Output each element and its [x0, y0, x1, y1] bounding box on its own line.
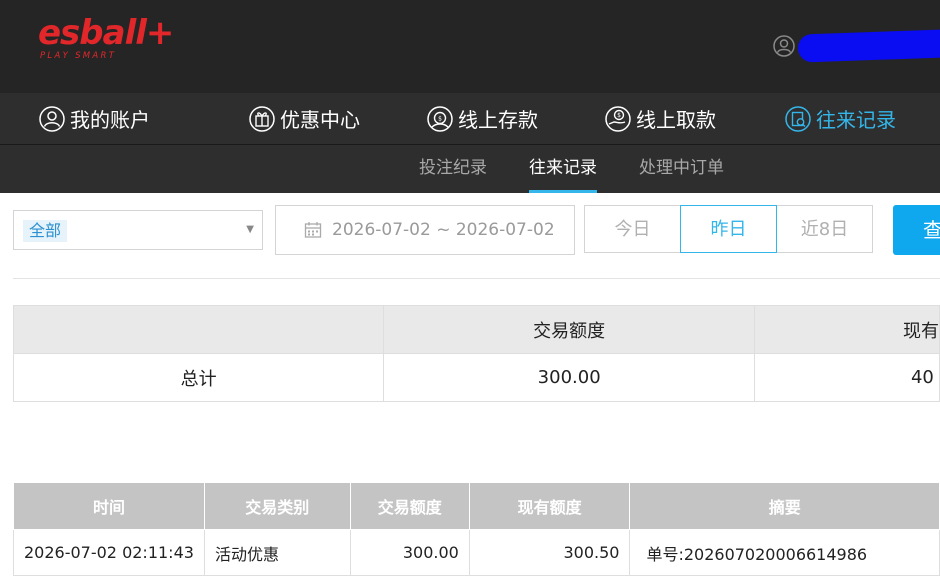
records-header-row: 时间 交易类别 交易额度 现有额度 摘要 [13, 482, 940, 530]
cell-summary: 单号:202607020006614986 [629, 529, 940, 576]
summary-header-balance: 现有 [753, 305, 940, 354]
yesterday-button[interactable]: 昨日 [680, 205, 777, 253]
main-nav: 我的账户 优惠中心 $ 线上存款 $ 线上取款 往来记录 [0, 93, 940, 145]
col-header-summary: 摘要 [629, 482, 940, 530]
redacted-username [797, 29, 940, 63]
calendar-icon [304, 222, 322, 238]
today-button[interactable]: 今日 [584, 205, 681, 253]
type-select-value: 全部 [23, 220, 68, 242]
table-row: 2026-07-02 02:11:43 活动优惠 300.00 300.50 单… [13, 529, 940, 576]
search-button-label: 查 [923, 218, 940, 242]
records-table: 时间 交易类别 交易额度 现有额度 摘要 2026-07-02 02:11:43… [13, 482, 940, 576]
summary-total-amount: 300.00 [383, 353, 755, 402]
nav-label-promotions: 优惠中心 [280, 108, 360, 132]
tab-bet-records[interactable]: 投注纪录 [419, 145, 487, 193]
nav-item-account[interactable]: 我的账户 [38, 93, 150, 144]
nav-item-promotions[interactable]: 优惠中心 [248, 93, 360, 144]
last-8-days-button[interactable]: 近8日 [776, 205, 873, 253]
summary-header-blank [12, 305, 385, 354]
summary-table: 交易额度 现有 总计 300.00 40 [12, 305, 940, 402]
nav-item-withdraw[interactable]: $ 线上取款 [604, 93, 716, 144]
nav-label-withdraw: 线上取款 [636, 108, 716, 132]
nav-item-deposit[interactable]: $ 线上存款 [426, 93, 538, 144]
cell-type: 活动优惠 [203, 529, 351, 576]
account-icon [39, 105, 65, 132]
deposit-icon: $ [427, 105, 453, 132]
cell-time: 2026-07-02 02:11:43 [13, 529, 205, 576]
summary-header-row: 交易额度 现有 [12, 305, 940, 354]
sub-nav: 投注纪录 往来记录 处理中订单 [0, 145, 940, 193]
date-range-picker[interactable]: 2026-07-02 ~ 2026-07-02 [275, 205, 575, 255]
col-header-balance: 现有额度 [468, 482, 631, 530]
brand-logo[interactable]: esball+ PLAY SMART [38, 13, 174, 61]
cell-balance: 300.50 [468, 529, 631, 576]
tab-transactions[interactable]: 往来记录 [529, 145, 597, 193]
divider [13, 278, 940, 279]
quick-range-group: 今日 昨日 近8日 [584, 205, 873, 253]
user-icon[interactable] [773, 35, 795, 57]
records-icon [785, 105, 811, 132]
nav-label-records: 往来记录 [816, 108, 896, 132]
summary-total-balance: 40 [753, 353, 940, 402]
col-header-type: 交易类别 [203, 482, 351, 530]
nav-label-deposit: 线上存款 [458, 108, 538, 132]
col-header-amount: 交易额度 [349, 482, 470, 530]
withdraw-icon: $ [605, 105, 631, 132]
summary-total-label: 总计 [12, 353, 385, 402]
tab-pending-orders[interactable]: 处理中订单 [639, 145, 724, 193]
cell-amount: 300.00 [349, 529, 470, 576]
summary-header-amount: 交易额度 [383, 305, 755, 354]
search-button[interactable]: 查 [893, 205, 940, 255]
nav-label-account: 我的账户 [70, 108, 150, 132]
nav-item-records[interactable]: 往来记录 [784, 93, 896, 144]
chevron-down-icon: ▼ [246, 224, 254, 235]
summary-total-row: 总计 300.00 40 [12, 353, 940, 402]
type-select[interactable]: 全部 ▼ [13, 210, 263, 250]
date-range-value: 2026-07-02 ~ 2026-07-02 [332, 220, 555, 240]
svg-text:$: $ [438, 115, 442, 122]
gift-icon [249, 105, 275, 132]
brand-name: esball+ [38, 13, 174, 53]
top-bar: esball+ PLAY SMART [0, 0, 940, 93]
col-header-time: 时间 [13, 482, 205, 530]
svg-text:$: $ [617, 112, 621, 119]
